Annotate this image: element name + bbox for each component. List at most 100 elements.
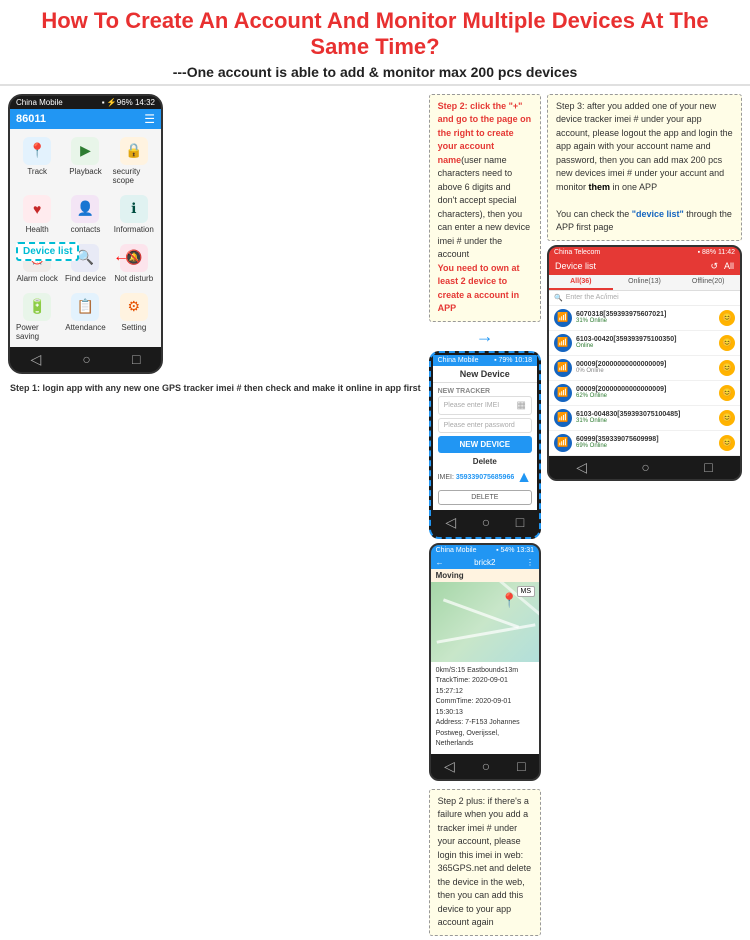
dl-item-id-2: 6103-00420[359393975100350] (576, 336, 715, 343)
right-section: Step 3: after you added one of your new … (547, 94, 742, 936)
dl-item-info-2: 6103-00420[359393975100350] Online (576, 336, 715, 349)
nav-recent[interactable]: □ (132, 351, 140, 368)
dl-item-2[interactable]: 📶 6103-00420[359393975100350] Online 😊 (549, 331, 740, 356)
dl-top-bar: Device list ↺ All (549, 258, 740, 275)
bottom-nav-left: ◁ ○ □ (10, 347, 161, 372)
tracker-body: NEW TRACKER Please enter IMEI ▦ Please e… (433, 383, 537, 510)
map-track-time: TrackTime: 2020-09-01 15:27:12 (436, 676, 534, 697)
dl-item-6[interactable]: 📶 60999[359339075609998] 69% Online 😊 (549, 431, 740, 456)
dl-all-label: All (724, 261, 734, 271)
imei-input[interactable]: Please enter IMEI ▦ (438, 396, 532, 415)
dl-item-id-6: 60999[359339075609998] (576, 436, 715, 443)
dl-carrier: China Telecom (554, 249, 600, 256)
step3-main: Step 3: after you added one of your new … (556, 101, 733, 192)
search-placeholder: Enter the Ac/imei (566, 294, 619, 301)
app-item-info[interactable]: ℹ Information (111, 191, 157, 238)
dl-item-info-6: 60999[359339075609998] 69% Online (576, 436, 715, 449)
map-back-icon[interactable]: ← (436, 558, 444, 567)
app-item-security[interactable]: 🔒 security scope (111, 133, 157, 189)
step2-body: (user name characters need to above 6 di… (438, 155, 531, 260)
power-icon: 🔋 (23, 293, 51, 321)
nav-home[interactable]: ○ (82, 351, 90, 368)
search-icon: 🔍 (554, 294, 563, 302)
tab-online[interactable]: Online(13) (613, 275, 677, 290)
nav-home-m[interactable]: ○ (482, 758, 490, 775)
nav-home-t[interactable]: ○ (482, 514, 490, 531)
app-item-health[interactable]: ♥ Health (14, 191, 60, 238)
dl-avatar-5: 😊 (719, 410, 735, 426)
nav-recent-dl[interactable]: □ (704, 459, 712, 476)
nav-back-dl[interactable]: ◁ (576, 459, 587, 476)
playback-icon: ▶ (71, 137, 99, 165)
attendance-icon: 📋 (71, 293, 99, 321)
signal-left: ▪ ⚡96% 14:32 (102, 98, 155, 107)
dl-item-status-2: Online (576, 343, 715, 349)
phone-left: China Mobile ▪ ⚡96% 14:32 86011 ☰ 📍 Trac… (8, 94, 163, 374)
phone-device-list: China Telecom ▪ 88% 11:42 Device list ↺ … (547, 245, 742, 481)
map-top-bar: ← brick2 ⋮ (431, 556, 539, 569)
app-label-find: Find device (65, 274, 106, 283)
map-carrier: China Mobile (436, 547, 477, 554)
dl-item-1[interactable]: 📶 6070318[359393975607021] 31% Online 😊 (549, 306, 740, 331)
delete-btn[interactable]: DELETE (438, 490, 532, 505)
step2-note: You need to own at least 2 device to cre… (438, 263, 520, 314)
dl-item-3[interactable]: 📶 00009[20000000000000009] 0% Online 😊 (549, 356, 740, 381)
health-icon: ♥ (23, 195, 51, 223)
tracker-status-bar: China Mobile ▪ 79% 10:18 (433, 355, 537, 366)
main-content: Device list ← China Mobile ▪ ⚡96% 14:32 … (0, 86, 750, 940)
app-item-power[interactable]: 🔋 Power saving (14, 289, 60, 345)
device-list-ref: "device list" (632, 209, 684, 219)
imei-row: IMEI: 359339075685966 ▲ (438, 469, 532, 487)
app-label-info: Information (114, 225, 154, 234)
map-more-icon[interactable]: ⋮ (526, 558, 534, 567)
map-status-bar: China Mobile ▪ 54% 13:31 (431, 545, 539, 556)
dl-search[interactable]: 🔍 Enter the Ac/imei (549, 291, 740, 306)
dl-avatar-1: 😊 (719, 310, 735, 326)
nav-back-t[interactable]: ◁ (445, 514, 456, 531)
dl-item-4[interactable]: 📶 00009[20000000000000009] 62% Online 😊 (549, 381, 740, 406)
dl-item-info-4: 00009[20000000000000009] 62% Online (576, 386, 715, 399)
dl-item-5[interactable]: 📶 6103-004830[359393075100485] 31% Onlin… (549, 406, 740, 431)
dl-refresh-icon[interactable]: ↺ (710, 261, 718, 272)
map-area: 📍 MS (431, 582, 539, 662)
pwd-input[interactable]: Please enter password (438, 418, 532, 433)
nav-recent-t[interactable]: □ (516, 514, 524, 531)
imei-value: 359339075685966 (456, 474, 514, 481)
dl-item-info-5: 6103-004830[359393075100485] 31% Online (576, 411, 715, 424)
pwd-placeholder: Please enter password (444, 422, 515, 429)
app-item-attendance[interactable]: 📋 Attendance (62, 289, 108, 345)
nav-back-m[interactable]: ◁ (444, 758, 455, 775)
dl-avatar-4: 😊 (719, 385, 735, 401)
app-item-contacts[interactable]: 👤 contacts (62, 191, 108, 238)
app-item-setting[interactable]: ⚙ Setting (111, 289, 157, 345)
imei-placeholder: Please enter IMEI (444, 402, 500, 409)
page-wrapper: How To Create An Account And Monitor Mul… (0, 0, 750, 647)
header: How To Create An Account And Monitor Mul… (0, 0, 750, 86)
nav-home-dl[interactable]: ○ (641, 459, 649, 476)
tab-all[interactable]: All(36) (549, 275, 613, 290)
dl-avatar-3: 😊 (719, 360, 735, 376)
app-label-contacts: contacts (71, 225, 101, 234)
map-info: 0km/S:15 Eastbound≤13m TrackTime: 2020-0… (431, 662, 539, 754)
dl-signal: ▪ 88% 11:42 (698, 249, 735, 256)
tracker-carrier: China Mobile (438, 357, 479, 364)
track-icon: 📍 (23, 137, 51, 165)
app-item-playback[interactable]: ▶ Playback (62, 133, 108, 189)
app-label-setting: Setting (121, 323, 146, 332)
dl-wifi-icon-1: 📶 (554, 309, 572, 327)
nav-back[interactable]: ◁ (31, 351, 42, 368)
dl-wifi-icon-2: 📶 (554, 334, 572, 352)
new-device-btn[interactable]: NEW DEVICE (438, 436, 532, 453)
dl-item-status-6: 69% Online (576, 443, 715, 449)
tab-offline[interactable]: Offline(20) (676, 275, 740, 290)
step2plus-text: Step 2 plus: if there's a failure when y… (429, 789, 541, 936)
middle-section: Step 2: click the "+" and go to the page… (429, 94, 541, 936)
menu-icon[interactable]: ☰ (144, 112, 155, 126)
step2-text-box: Step 2: click the "+" and go to the page… (429, 94, 541, 322)
ms-badge: MS (517, 586, 536, 597)
map-moving: Moving (431, 569, 539, 582)
imei-label: IMEI: (438, 474, 454, 481)
app-item-track[interactable]: 📍 Track (14, 133, 60, 189)
nav-recent-m[interactable]: □ (517, 758, 525, 775)
status-bar-left: China Mobile ▪ ⚡96% 14:32 (10, 96, 161, 109)
